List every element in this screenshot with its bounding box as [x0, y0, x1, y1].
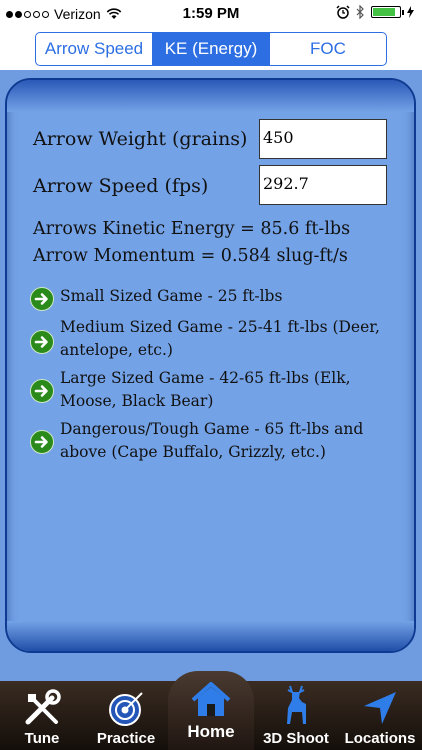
game-range-text: Small Sized Game - 25 ft-lbs	[60, 287, 283, 305]
arrow-right-icon	[30, 379, 54, 403]
game-range-text: Dangerous/Tough Game - 65 ft-lbs and abo…	[60, 420, 364, 461]
arrow-speed-input[interactable]: 292.7	[259, 165, 387, 205]
list-item: Medium Sized Game - 25-41 ft-lbs (Deer, …	[30, 316, 412, 362]
tab-practice[interactable]: Practice	[84, 681, 168, 750]
game-range-text: Medium Sized Game - 25-41 ft-lbs (Deer, …	[60, 318, 380, 359]
tab-label: 3D Shoot	[263, 730, 329, 747]
arrow-speed-label: Arrow Speed (fps)	[33, 175, 209, 197]
kinetic-energy-result: Arrows Kinetic Energy = 85.6 ft-lbs	[33, 219, 351, 239]
tab-home[interactable]: Home	[168, 671, 254, 750]
arrow-weight-label: Arrow Weight (grains)	[33, 128, 248, 150]
calculator-content: Arrow Weight (grains) 450 Arrow Speed (f…	[0, 0, 422, 750]
list-item: Small Sized Game - 25 ft-lbs	[30, 285, 412, 311]
tab-tune[interactable]: Tune	[0, 681, 84, 750]
tools-icon	[25, 689, 61, 725]
deer-icon	[287, 685, 306, 724]
tab-3d-shoot[interactable]: 3D Shoot	[254, 681, 338, 750]
list-item: Dangerous/Tough Game - 65 ft-lbs and abo…	[30, 418, 412, 464]
target-icon	[109, 692, 143, 726]
list-item: Large Sized Game - 42-65 ft-lbs (Elk, Mo…	[30, 367, 412, 413]
tab-label: Locations	[344, 730, 416, 747]
arrow-right-icon	[30, 330, 54, 354]
tab-label: Practice	[96, 730, 156, 747]
arrow-right-icon	[30, 287, 54, 311]
location-arrow-icon	[364, 692, 396, 724]
tab-label: Home	[187, 722, 235, 741]
tab-bar: Tune Practice Home 3D Shoot Locations	[0, 671, 422, 750]
home-icon	[191, 682, 231, 716]
arrow-weight-input[interactable]: 450	[259, 119, 387, 159]
tab-locations[interactable]: Locations	[338, 681, 422, 750]
momentum-result: Arrow Momentum = 0.584 slug-ft/s	[33, 246, 348, 266]
game-range-text: Large Sized Game - 42-65 ft-lbs (Elk, Mo…	[60, 369, 351, 410]
tab-label: Tune	[24, 730, 60, 747]
arrow-right-icon	[30, 430, 54, 454]
